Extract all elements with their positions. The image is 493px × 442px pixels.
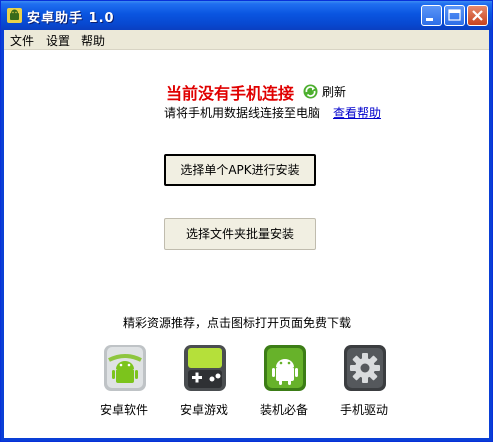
menu-file[interactable]: 文件 (10, 32, 34, 49)
essential-apps-icon (264, 345, 306, 391)
view-help-link[interactable]: 查看帮助 (333, 104, 381, 121)
connection-hint: 请将手机用数据线连接至电脑 (164, 106, 321, 120)
resources-heading: 精彩资源推荐，点击图标打开页面免费下载 (123, 316, 352, 330)
close-icon (472, 10, 483, 21)
minimize-icon (426, 18, 433, 21)
resource-label: 安卓软件 (99, 403, 148, 417)
install-folder-button[interactable]: 选择文件夹批量安装 (164, 218, 316, 250)
client-area: 文件 设置 帮助 当前没有手机连接 刷新 请将手机用数据线连接至电脑 查看帮助 … (4, 30, 489, 438)
resource-label: 装机必备 (259, 403, 308, 417)
resource-label: 手机驱动 (339, 403, 388, 417)
close-button[interactable] (467, 5, 488, 26)
phone-driver-gear-icon (344, 345, 386, 391)
menu-bar: 文件 设置 帮助 (4, 30, 489, 50)
refresh-link[interactable]: 刷新 (322, 83, 346, 100)
title-bar[interactable]: 安卓助手 1.0 (1, 1, 492, 30)
menu-help[interactable]: 帮助 (81, 32, 105, 49)
minimize-button[interactable] (421, 5, 442, 26)
android-app-icon (7, 8, 22, 23)
refresh-icon[interactable] (303, 84, 318, 99)
install-single-apk-button[interactable]: 选择单个APK进行安装 (164, 154, 316, 186)
resource-label: 安卓游戏 (179, 403, 228, 417)
android-game-icon (184, 345, 226, 391)
window-title: 安卓助手 1.0 (27, 11, 115, 26)
connection-status: 当前没有手机连接 (166, 84, 295, 103)
maximize-icon (448, 9, 461, 21)
maximize-button[interactable] (444, 5, 465, 26)
menu-settings[interactable]: 设置 (46, 32, 70, 49)
main-window: 安卓助手 1.0 文件 设置 帮助 当前没有手机连接 刷新 请将手机用数据线连接… (0, 0, 493, 442)
android-software-icon (104, 345, 146, 391)
